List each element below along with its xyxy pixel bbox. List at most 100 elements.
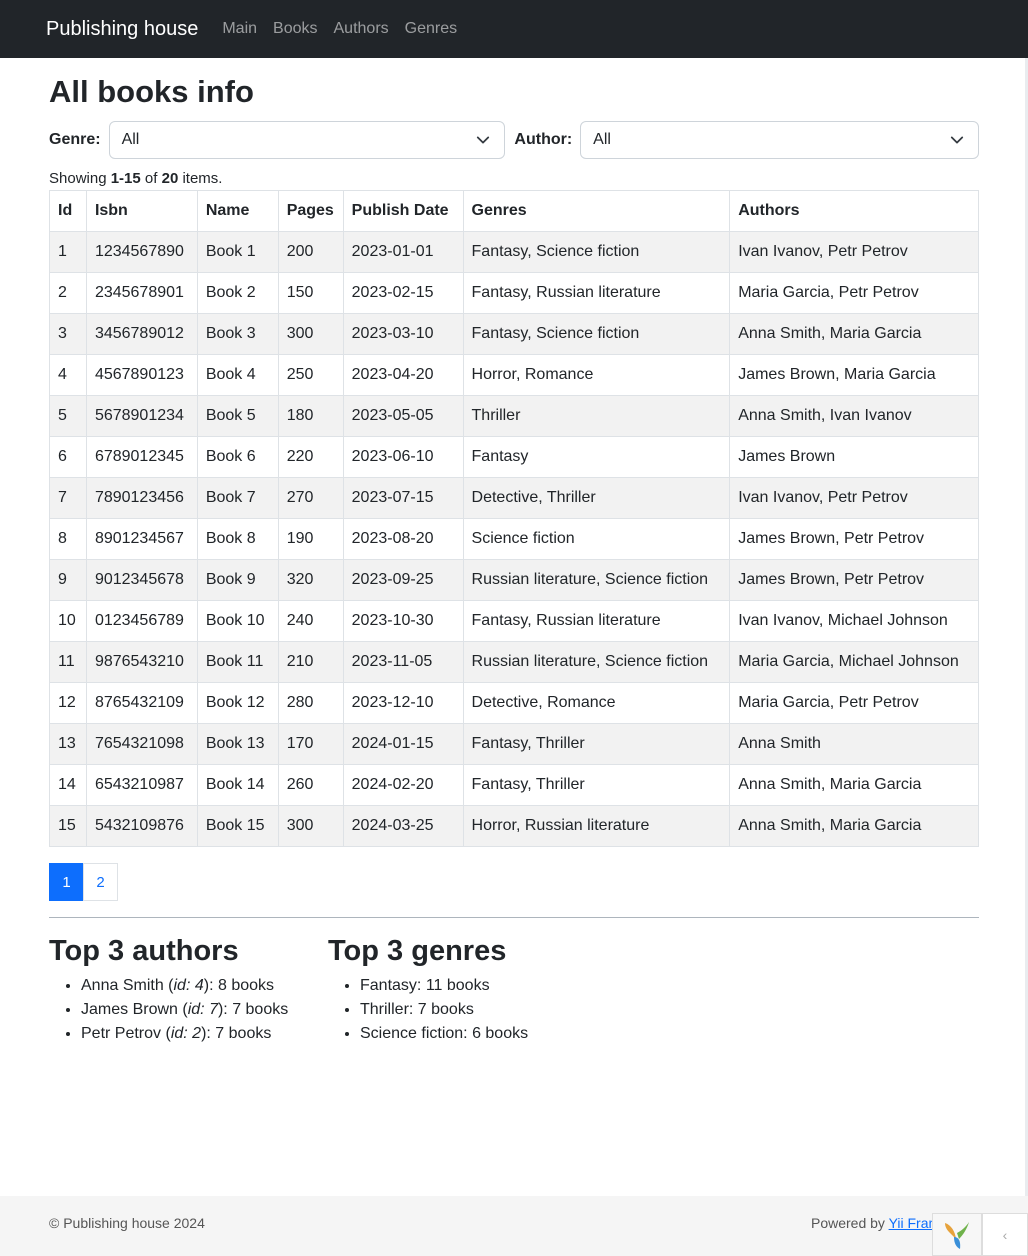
table-cell: 7654321098 (85, 723, 198, 766)
summary-suffix: items. (178, 170, 223, 188)
table-cell: 10 (49, 600, 87, 643)
top-authors-title: Top 3 authors (49, 935, 239, 968)
table-cell: 1 (49, 231, 87, 274)
table-row: 5 5678901234 Book 5 180 2023-05-05 Thriller An… (49, 395, 979, 438)
table-cell: Anna Smith, Maria Garcia (729, 313, 979, 356)
yii-debug-logo-icon[interactable] (932, 1213, 982, 1256)
table-cell: 14 (49, 764, 87, 807)
table-cell: 4 (49, 354, 87, 397)
table-cell: Fantasy, Thriller (462, 764, 731, 807)
book-count: 7 books (417, 1000, 474, 1018)
nav-link-authors[interactable]: Authors (334, 20, 389, 38)
id-label: id: (170, 1024, 188, 1042)
table-cell: 5432109876 (85, 805, 198, 848)
nav-link-books[interactable]: Books (273, 20, 317, 38)
sort-link[interactable]: Authors (738, 202, 799, 219)
sort-link[interactable]: Pages (287, 202, 334, 219)
table-cell: Book 5 (196, 395, 279, 438)
sort-link[interactable]: Name (206, 202, 250, 219)
table-cell: Book 6 (196, 436, 279, 479)
genre-filter-label: Genre: (49, 131, 101, 149)
table-row: 6 6789012345 Book 6 220 2023-06-10 Fantasy Jam… (49, 436, 979, 479)
author-select[interactable]: All (580, 121, 979, 160)
table-cell: Thriller (462, 395, 731, 438)
table-cell: Detective, Romance (462, 682, 731, 725)
top-genres-title: Top 3 genres (328, 935, 507, 968)
book-count: 11 books (425, 976, 490, 994)
table-cell: 12 (49, 682, 87, 725)
table-cell: 2023-10-30 (342, 600, 464, 643)
summary-range: 1-15 (110, 170, 141, 188)
table-cell: Book 14 (196, 764, 279, 807)
sort-link[interactable]: Genres (472, 202, 527, 219)
table-row: 7 7890123456 Book 7 270 2023-07-15 Detective,… (49, 477, 979, 520)
table-cell: 9876543210 (85, 641, 198, 684)
top-sections: Top 3 authors Anna Smith (id: 4): 8 book… (49, 935, 979, 1046)
table-cell: 2023-08-20 (342, 518, 464, 561)
table-cell: Fantasy, Thriller (462, 723, 731, 766)
sort-link[interactable]: Isbn (95, 202, 128, 219)
genre-name: Science fiction (360, 1024, 464, 1042)
top-authors-section: Top 3 authors Anna Smith (id: 4): 8 book… (49, 935, 328, 1046)
pagination: 1 2 (49, 863, 979, 902)
author-name: Anna Smith (81, 976, 164, 994)
column-header-genres[interactable]: Genres (462, 190, 731, 233)
column-header-authors[interactable]: Authors (729, 190, 979, 233)
author-name: James Brown (81, 1000, 178, 1018)
table-cell: Anna Smith, Maria Garcia (729, 805, 979, 848)
page-button-1[interactable]: 1 (49, 863, 84, 902)
genre-select-value: All (121, 131, 140, 149)
column-header-name[interactable]: Name (196, 190, 279, 233)
genre-select[interactable]: All (108, 121, 506, 160)
table-row: 10 0123456789 Book 10 240 2023-10-30 Fantasy,… (49, 600, 979, 643)
table-cell: Anna Smith (729, 723, 979, 766)
books-table: Id Isbn Name Pages Publish Date Genres Authors… (49, 190, 979, 848)
table-cell: 6789012345 (85, 436, 198, 479)
table-row: 4 4567890123 Book 4 250 2023-04-20 Horror, Ro… (49, 354, 979, 397)
table-cell: Horror, Russian literature (462, 805, 731, 848)
page-title: All books info (49, 74, 254, 109)
book-count: 7 books (215, 1024, 272, 1042)
table-cell: 6543210987 (85, 764, 198, 807)
genre-name: Thriller (360, 1000, 409, 1018)
id-label: id: (187, 1000, 205, 1018)
nav-link-main[interactable]: Main (222, 20, 257, 38)
table-cell: 2023-06-10 (342, 436, 464, 479)
table-cell: 2 (49, 272, 87, 315)
table-cell: 2024-01-15 (342, 723, 464, 766)
table-cell: Maria Garcia, Michael Johnson (729, 641, 979, 684)
copyright-text: © Publishing house 2024 (49, 1215, 205, 1231)
top-genres-section: Top 3 genres Fantasy: 11 books Thriller:… (328, 935, 607, 1046)
table-cell: 170 (277, 723, 344, 766)
column-header-publish-date[interactable]: Publish Date (342, 190, 464, 233)
chevron-down-icon (950, 136, 964, 144)
chevron-left-icon[interactable]: ‹ (982, 1213, 1028, 1256)
list-item: James Brown (id: 7): 7 books (81, 998, 328, 1022)
column-header-pages[interactable]: Pages (277, 190, 344, 233)
brand-link[interactable]: Publishing house (46, 18, 198, 41)
chevron-down-icon (477, 136, 490, 144)
page-button-2[interactable]: 2 (83, 863, 118, 902)
column-header-isbn[interactable]: Isbn (85, 190, 198, 233)
table-cell: Book 3 (196, 313, 279, 356)
table-cell: James Brown, Maria Garcia (729, 354, 979, 397)
main-content: All books info Genre: All Author: All Sh… (49, 58, 979, 1046)
table-cell: 0123456789 (85, 600, 198, 643)
list-item: Science fiction: 6 books (360, 1022, 607, 1046)
powered-prefix: Powered by (811, 1215, 889, 1231)
nav-link-genres[interactable]: Genres (405, 20, 457, 38)
book-count: 8 books (217, 976, 275, 994)
table-cell: Book 15 (196, 805, 279, 848)
column-header-id[interactable]: Id (49, 190, 87, 233)
sort-link[interactable]: Publish Date (352, 202, 449, 219)
table-cell: Fantasy, Russian literature (462, 272, 731, 315)
table-cell: Horror, Romance (462, 354, 731, 397)
table-cell: 180 (277, 395, 344, 438)
table-cell: 9012345678 (85, 559, 198, 602)
sort-link[interactable]: Id (58, 202, 72, 219)
table-cell: 2023-03-10 (342, 313, 464, 356)
table-cell: 2024-02-20 (342, 764, 464, 807)
table-cell: 11 (49, 641, 87, 684)
author-name: Petr Petrov (81, 1024, 162, 1042)
table-cell: 2345678901 (85, 272, 198, 315)
